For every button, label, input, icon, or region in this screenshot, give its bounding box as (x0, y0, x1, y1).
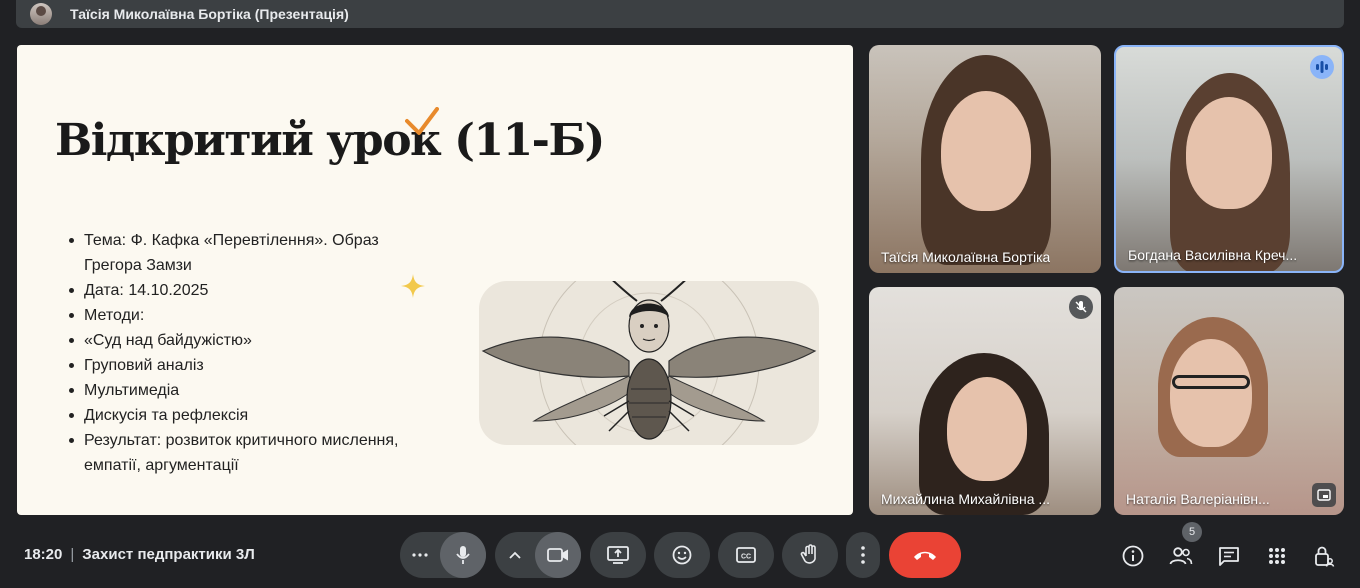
camera-icon (547, 548, 568, 562)
bullet-item: Дискусія та рефлексія (69, 403, 429, 428)
call-controls-bar: 18:20 | Захист педпрактики 3Л CC 5 (0, 522, 1360, 588)
bullet-item: Мультимедіа (69, 378, 429, 403)
bullet-item: Результат: розвиток критичного мислення,… (69, 428, 429, 478)
info-icon (1122, 545, 1144, 567)
participant-face (1170, 339, 1252, 447)
camera-group (495, 532, 581, 578)
emoji-icon (672, 545, 692, 565)
kafka-beetle-illustration (479, 281, 819, 445)
meeting-separator: | (70, 546, 75, 563)
participant-tile[interactable]: Михайлина Михайлівна ... (869, 287, 1101, 515)
participant-face (941, 91, 1031, 211)
pin-tile-icon[interactable] (1312, 483, 1336, 507)
participant-face (947, 377, 1027, 481)
more-options-button[interactable] (846, 532, 880, 578)
meeting-details: 18:20 | Захист педпрактики 3Л (24, 546, 255, 563)
svg-text:CC: CC (741, 554, 751, 561)
end-call-button[interactable] (889, 532, 961, 578)
meet-window: Таїсія Миколаївна Бортіка (Презентація) … (0, 0, 1360, 588)
presenter-bar: Таїсія Миколаївна Бортіка (Презентація) (16, 0, 1344, 28)
more-horiz-icon (412, 553, 428, 557)
camera-options-button[interactable] (495, 551, 535, 559)
raise-hand-button[interactable] (782, 532, 838, 578)
chat-button[interactable] (1211, 538, 1247, 574)
captions-button[interactable]: CC (718, 532, 774, 578)
bullet-item: Груповий аналіз (69, 353, 429, 378)
activities-icon (1269, 548, 1285, 564)
participant-name: Михайлина Михайлівна ... (881, 491, 1051, 507)
meeting-time: 18:20 (24, 546, 63, 563)
mic-group (400, 532, 486, 578)
mic-icon (456, 546, 470, 564)
meeting-info-button[interactable] (1115, 538, 1151, 574)
mic-off-icon (1069, 295, 1093, 319)
raise-hand-icon (800, 544, 816, 564)
bullet-item: «Суд над байдужістю» (69, 328, 429, 353)
presentation-slide: Відкритий урок (11-Б) Тема: Ф. Кафка «Пе… (17, 45, 853, 515)
participant-name: Таїсія Миколаївна Бортіка (881, 249, 1051, 265)
end-call-icon (914, 551, 936, 560)
chevron-up-icon (509, 551, 521, 559)
participant-face (1186, 97, 1272, 209)
bullet-item: Дата: 14.10.2025 (69, 278, 429, 303)
present-button[interactable] (590, 532, 646, 578)
meeting-title: Захист педпрактики 3Л (82, 546, 255, 563)
glasses (1172, 375, 1250, 389)
host-controls-icon (1315, 546, 1335, 567)
participant-name: Богдана Василівна Креч... (1128, 247, 1298, 263)
activities-button[interactable] (1259, 538, 1295, 574)
speaking-indicator-icon (1310, 55, 1334, 79)
slide-bullets: Тема: Ф. Кафка «Перевтілення». Образ Гре… (69, 228, 429, 478)
people-button[interactable] (1163, 538, 1199, 574)
participant-tile[interactable]: Наталія Валеріанівн... (1114, 287, 1344, 515)
mic-options-button[interactable] (400, 553, 440, 557)
host-controls-button[interactable] (1306, 538, 1342, 574)
bullet-item: Методи: (69, 303, 429, 328)
present-screen-icon (607, 546, 629, 564)
accent-check-icon (405, 107, 439, 135)
more-vert-icon (861, 546, 865, 564)
chat-icon (1219, 547, 1239, 566)
bullet-item: Тема: Ф. Кафка «Перевтілення». Образ Гре… (69, 228, 429, 278)
people-icon (1169, 547, 1193, 565)
reactions-button[interactable] (654, 532, 710, 578)
mic-button[interactable] (440, 532, 486, 578)
participant-tile-speaking[interactable]: Богдана Василівна Креч... (1114, 45, 1344, 273)
presenter-avatar (30, 3, 52, 25)
participant-name: Наталія Валеріанівн... (1126, 491, 1270, 507)
camera-button[interactable] (535, 532, 581, 578)
slide-title: Відкритий урок (11-Б) (55, 115, 605, 166)
sparkle-icon (401, 274, 425, 298)
participant-tile[interactable]: Таїсія Миколаївна Бортіка (869, 45, 1101, 273)
presenter-label: Таїсія Миколаївна Бортіка (Презентація) (70, 6, 349, 22)
captions-icon: CC (736, 547, 756, 563)
